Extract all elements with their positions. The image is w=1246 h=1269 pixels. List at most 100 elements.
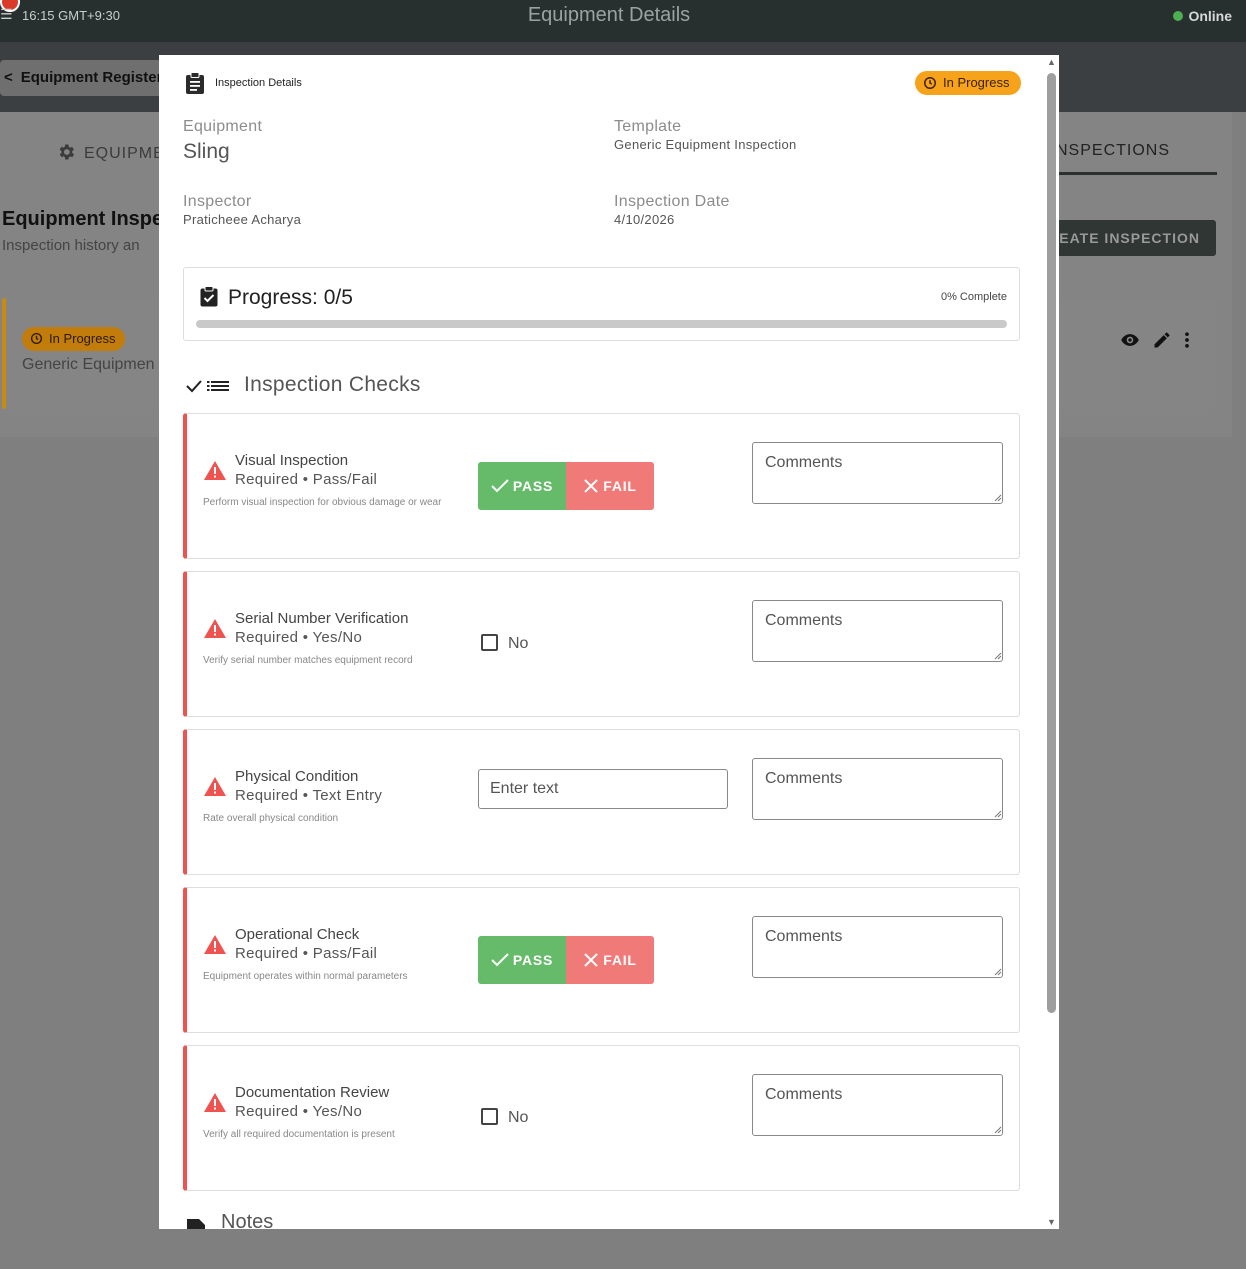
pass-button[interactable]: PASS [478,936,566,984]
equipment-value: Sling [183,140,230,163]
pass-button[interactable]: PASS [478,462,566,510]
chevron-left-icon: < [4,69,13,86]
inspector-label: Inspector [183,193,252,210]
back-label: Equipment Register [20,69,163,86]
check-card: Serial Number Verification Required • Ye… [183,571,1020,717]
fail-button[interactable]: FAIL [566,936,654,984]
comments-field[interactable] [752,758,1003,820]
check-title: Documentation Review [235,1084,390,1101]
connection-status: Online [1173,8,1232,24]
check-icon [491,953,509,967]
status-label: In Progress [943,75,1010,90]
eye-icon[interactable] [1118,333,1142,355]
app-title: Equipment Details [527,4,691,26]
check-meta: Required • Pass/Fail [235,945,378,962]
check-meta: Required • Text Entry [235,787,383,804]
check-card: Operational Check Required • Pass/Fail E… [183,887,1020,1033]
check-description: Verify serial number matches equipment r… [203,655,413,666]
resize-grip-icon[interactable] [994,1126,1002,1134]
warning-icon [204,935,226,954]
close-icon [584,953,598,967]
online-dot-icon [1173,11,1184,21]
progress-card: Progress: 0/5 0% Complete [183,267,1020,341]
fail-label: FAIL [603,952,637,968]
fail-button[interactable]: FAIL [566,462,654,510]
clock-icon [924,77,936,89]
tab-equipment-label: EQUIPME [84,145,165,162]
inspector-value: Praticheee Acharya [183,212,302,227]
online-label: Online [1188,8,1232,24]
check-description: Equipment operates within normal paramet… [203,971,408,982]
fail-label: FAIL [603,478,637,494]
progress-bar [196,320,1007,328]
check-description: Verify all required documentation is pre… [203,1129,395,1140]
pass-label: PASS [512,478,554,494]
comments-field[interactable] [752,916,1003,978]
warning-icon [204,461,226,480]
checkbox[interactable] [481,1108,498,1125]
notes-title: Notes [221,1211,274,1229]
resize-grip-icon[interactable] [994,494,1002,502]
check-title: Visual Inspection [235,452,349,469]
status-badge: In Progress [915,71,1022,95]
card-status-badge: In Progress [22,327,126,351]
check-card: Documentation Review Required • Yes/No V… [183,1045,1020,1191]
yes-no-checkbox[interactable]: No [481,1108,528,1127]
check-title: Physical Condition [235,768,359,785]
check-meta: Required • Yes/No [235,1103,363,1120]
template-value: Generic Equipment Inspection [614,137,797,152]
comments-field[interactable] [752,600,1003,662]
equipment-label: Equipment [183,118,263,135]
pass-label: PASS [512,952,554,968]
comments-field[interactable] [752,442,1003,504]
clock-icon [30,332,43,345]
template-label: Template [614,118,682,135]
check-meta: Required • Pass/Fail [235,471,378,488]
scrollbar-thumb[interactable] [1047,73,1056,1013]
resize-grip-icon[interactable] [994,968,1002,976]
checkbox-label: No [508,1109,529,1126]
clipboard-check-icon [200,286,218,307]
close-icon [584,479,598,493]
modal-title: Inspection Details [215,77,302,89]
warning-icon [204,1093,226,1112]
check-icon [491,479,509,493]
tab-inspections[interactable]: NSPECTIONS [1056,142,1170,160]
create-inspection-button[interactable]: EATE INSPECTION [1040,220,1216,256]
inspection-date-value: 4/10/2026 [614,212,675,227]
tab-indicator [1040,172,1217,175]
gear-icon [59,144,74,160]
check-card: Visual Inspection Required • Pass/Fail P… [183,413,1020,559]
pass-fail-toggle: PASS FAIL [478,936,654,984]
edit-icon[interactable] [1152,332,1172,355]
resize-grip-icon[interactable] [994,810,1002,818]
more-vert-icon[interactable] [1182,332,1192,355]
comments-field[interactable] [752,1074,1003,1136]
progress-title: Progress: 0/5 [228,286,353,309]
check-card: Physical Condition Required • Text Entry… [183,729,1020,875]
notes-icon [187,1219,205,1229]
check-meta: Required • Yes/No [235,629,363,646]
card-actions [1118,330,1202,356]
progress-percent: 0% Complete [940,291,1007,303]
modal-scrollbar[interactable]: ▲ ▼ [1046,55,1059,1229]
check-description: Perform visual inspection for obvious da… [203,497,442,508]
text-entry-input[interactable] [478,769,728,809]
resize-grip-icon[interactable] [994,652,1002,660]
status-bar: ☰ 16:15 GMT+9:30 Equipment Details Onlin… [0,0,1246,42]
scroll-up-icon[interactable]: ▲ [1047,57,1056,67]
tab-equipment[interactable]: EQUIPME [56,142,165,163]
back-button[interactable]: < Equipment Register [0,60,173,96]
inspection-checks-title: Inspection Checks [244,373,421,396]
checklist-icon [186,380,229,393]
checkbox[interactable] [481,634,498,651]
section-subheading: Inspection history an [2,237,140,254]
warning-icon [204,619,226,638]
card-title: Generic Equipmen [22,356,155,373]
section-heading: Equipment Inspe [2,208,164,230]
warning-icon [204,777,226,796]
inspection-details-modal: Inspection Details In Progress Equipment… [159,55,1059,1229]
check-description: Rate overall physical condition [203,813,339,824]
yes-no-checkbox[interactable]: No [481,634,528,653]
scroll-down-icon[interactable]: ▼ [1047,1217,1056,1227]
